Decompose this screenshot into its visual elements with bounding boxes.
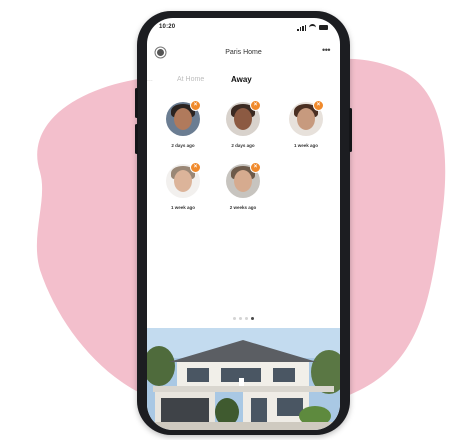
status-icons <box>297 24 328 31</box>
battery-icon <box>319 25 328 30</box>
more-icon[interactable]: ••• <box>322 45 330 55</box>
tab-partial[interactable]: ... <box>147 76 153 83</box>
remove-badge-icon[interactable]: × <box>190 100 201 111</box>
presence-tabs: ... At Home Away <box>147 74 340 88</box>
app-header: Paris Home ••• <box>147 44 340 66</box>
page-dot-active[interactable] <box>251 317 254 320</box>
page-dot[interactable] <box>245 317 248 320</box>
person-card[interactable]: × 1 week ago <box>160 162 206 210</box>
signal-icon <box>297 24 306 31</box>
last-seen-label: 2 weeks ago <box>229 205 257 210</box>
house-photo <box>147 328 340 430</box>
remove-badge-icon[interactable]: × <box>313 100 324 111</box>
page-dot[interactable] <box>233 317 236 320</box>
power-button <box>349 108 352 152</box>
page-dot[interactable] <box>239 317 242 320</box>
tab-away[interactable]: Away <box>231 75 252 84</box>
remove-badge-icon[interactable]: × <box>250 100 261 111</box>
remove-badge-icon[interactable]: × <box>250 162 261 173</box>
status-bar: 10:20 <box>147 18 340 40</box>
page-title: Paris Home <box>225 49 262 56</box>
phone-screen: 10:20 Paris Home ••• ... At Home Away × … <box>147 18 340 430</box>
page-indicator[interactable] <box>147 317 340 320</box>
remove-badge-icon[interactable]: × <box>190 162 201 173</box>
volume-down-button <box>135 124 138 154</box>
last-seen-label: 1 week ago <box>170 205 195 210</box>
tab-at-home[interactable]: At Home <box>177 76 204 83</box>
volume-up-button <box>135 88 138 118</box>
person-card[interactable]: × 2 days ago <box>220 100 266 148</box>
last-seen-label: 2 days ago <box>171 143 195 148</box>
person-card[interactable]: × 1 week ago <box>283 100 329 148</box>
person-card[interactable]: × 2 weeks ago <box>220 162 266 210</box>
last-seen-label: 2 days ago <box>231 143 255 148</box>
status-time: 10:20 <box>159 24 176 30</box>
person-card[interactable]: × 2 days ago <box>160 100 206 148</box>
wifi-icon <box>309 24 316 31</box>
last-seen-label: 1 week ago <box>293 143 318 148</box>
